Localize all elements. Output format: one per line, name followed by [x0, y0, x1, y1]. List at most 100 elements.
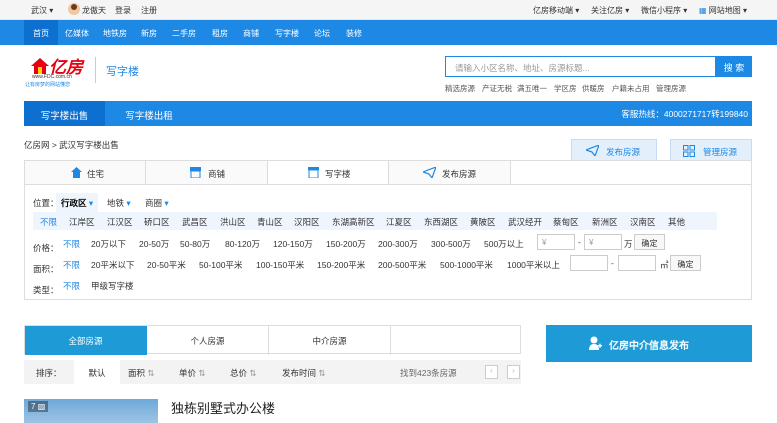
sort-total-price[interactable]: 总价 ⇅ — [230, 367, 257, 379]
area-item[interactable]: 50-100平米 — [199, 259, 242, 271]
next-page-icon[interactable]: › — [507, 365, 520, 379]
price-max-input[interactable]: ¥ — [584, 234, 622, 250]
area-min-input[interactable] — [570, 255, 608, 271]
area-confirm-button[interactable]: 确定 — [670, 255, 701, 271]
listing-title[interactable]: 独栋别墅式办公楼 — [171, 398, 275, 417]
price-item[interactable]: 80-120万 — [225, 238, 260, 250]
sort-publish-time[interactable]: 发布时间 ⇅ — [282, 367, 326, 379]
agent-publish-button[interactable]: 亿房中介信息发布 — [546, 325, 752, 362]
price-confirm-button[interactable]: 确定 — [634, 234, 665, 250]
area-item[interactable]: 不限 — [63, 259, 80, 271]
area-item[interactable]: 500-1000平米 — [440, 259, 493, 271]
hot-tag[interactable]: 学区房 — [554, 83, 577, 94]
logo-url: www.FDC.com.cn — [32, 74, 72, 80]
type-item[interactable]: 不限 — [63, 280, 80, 292]
pos-tab-district[interactable]: 行政区 ▾ — [56, 193, 99, 213]
district-item[interactable]: 武昌区 — [182, 216, 208, 228]
hot-tag[interactable]: 精选房源 — [445, 83, 475, 94]
area-item[interactable]: 200-500平米 — [378, 259, 426, 271]
hot-tag[interactable]: 产证无税 — [482, 83, 512, 94]
price-item[interactable]: 150-200万 — [326, 238, 366, 250]
price-item[interactable]: 不限 — [63, 238, 80, 250]
district-item[interactable]: 江岸区 — [69, 216, 95, 228]
district-item[interactable]: 汉南区 — [630, 216, 656, 228]
nav-item[interactable]: 租房 — [212, 28, 228, 39]
district-item[interactable]: 洪山区 — [220, 216, 246, 228]
price-min-input[interactable]: ¥ — [537, 234, 575, 250]
nav-item[interactable]: 新房 — [141, 28, 157, 39]
district-item[interactable]: 硚口区 — [144, 216, 170, 228]
tab-publish[interactable]: 发布房源 — [389, 161, 511, 185]
city-selector[interactable]: 武汉 ▾ — [31, 5, 53, 16]
hot-tag[interactable]: 管理房源 — [656, 83, 686, 94]
tab-residential[interactable]: 住宅 — [25, 161, 146, 185]
district-item[interactable]: 蔡甸区 — [553, 216, 579, 228]
nav-item[interactable]: 论坛 — [314, 28, 330, 39]
area-item[interactable]: 150-200平米 — [317, 259, 365, 271]
tab-personal-listings[interactable]: 个人房源 — [147, 326, 269, 355]
search-input[interactable]: 请输入小区名称、地址、房源标题... — [445, 56, 716, 77]
tab-office-sale[interactable]: 写字楼出售 — [24, 101, 105, 126]
pos-tab-business[interactable]: 商圈 ▾ — [145, 197, 169, 209]
district-item[interactable]: 青山区 — [257, 216, 283, 228]
area-item[interactable]: 1000平米以上 — [507, 259, 560, 271]
tab-all-listings[interactable]: 全部房源 — [25, 326, 147, 355]
tab-shop[interactable]: 商铺 — [146, 161, 268, 185]
district-item[interactable]: 其他 — [668, 216, 685, 228]
price-item[interactable]: 20万以下 — [91, 238, 126, 250]
sort-area[interactable]: 面积 ⇅ — [128, 367, 155, 379]
price-item[interactable]: 20-50万 — [139, 238, 169, 250]
price-item[interactable]: 50-80万 — [180, 238, 210, 250]
nav-item[interactable]: 装修 — [346, 28, 362, 39]
price-item[interactable]: 200-300万 — [378, 238, 418, 250]
search-button[interactable]: 搜 索 — [716, 56, 752, 77]
prev-page-icon[interactable]: ‹ — [485, 365, 498, 379]
area-item[interactable]: 20平米以下 — [91, 259, 134, 271]
area-item[interactable]: 100-150平米 — [256, 259, 304, 271]
area-item[interactable]: 20-50平米 — [147, 259, 186, 271]
listing-thumbnail[interactable]: 7 ▨ — [24, 399, 158, 423]
nav-item[interactable]: 地铁房 — [103, 28, 127, 39]
type-item[interactable]: 甲级写字楼 — [91, 280, 134, 292]
miniprogram-link[interactable]: 微信小程序 ▾ — [641, 5, 687, 16]
price-item[interactable]: 300-500万 — [431, 238, 471, 250]
district-item[interactable]: 东湖高新区 — [332, 216, 375, 228]
category-bar: 写字楼出售 写字楼出租 客服热线：4000271717转199840 — [24, 101, 752, 126]
area-range-separator: - — [611, 258, 614, 268]
district-item[interactable]: 汉阳区 — [294, 216, 320, 228]
sitemap-link[interactable]: ▦ 网站地图 ▾ — [699, 5, 747, 16]
type-label: 类型： — [33, 285, 59, 295]
district-item[interactable]: 不限 — [40, 216, 57, 228]
nav-item[interactable]: 亿媒体 — [65, 28, 89, 39]
username-link[interactable]: 龙傲天 — [82, 5, 106, 16]
price-item[interactable]: 120-150万 — [273, 238, 313, 250]
district-item[interactable]: 新洲区 — [592, 216, 618, 228]
tab-agent-listings[interactable]: 中介房源 — [269, 326, 391, 355]
register-link[interactable]: 注册 — [141, 5, 157, 16]
district-item[interactable]: 江汉区 — [107, 216, 133, 228]
pos-tab-metro[interactable]: 地铁 ▾ — [107, 197, 131, 209]
district-item[interactable]: 东西湖区 — [424, 216, 458, 228]
sort-default[interactable]: 默认 — [74, 360, 120, 384]
sort-unit-price[interactable]: 单价 ⇅ — [179, 367, 206, 379]
hot-tag[interactable]: 户籍未占用 — [612, 83, 650, 94]
mobile-link[interactable]: 亿房移动端 ▾ — [533, 5, 579, 16]
hot-tag[interactable]: 供暖房 — [582, 83, 605, 94]
follow-link[interactable]: 关注亿房 ▾ — [591, 5, 629, 16]
hot-tag[interactable]: 满五唯一 — [517, 83, 547, 94]
district-item[interactable]: 江夏区 — [386, 216, 412, 228]
login-link[interactable]: 登录 — [115, 5, 131, 16]
price-item[interactable]: 500万以上 — [484, 238, 524, 250]
area-max-input[interactable] — [618, 255, 656, 271]
tab-office-rent[interactable]: 写字楼出租 — [105, 101, 193, 126]
tab-office[interactable]: 写字楼 — [268, 161, 389, 185]
nav-item[interactable]: 首页 — [24, 20, 58, 45]
nav-item[interactable]: 商铺 — [243, 28, 259, 39]
breadcrumb[interactable]: 亿房网 > 武汉写字楼出售 — [24, 139, 119, 151]
district-item[interactable]: 黄陂区 — [470, 216, 496, 228]
nav-item[interactable]: 二手房 — [172, 28, 196, 39]
logo-divider — [95, 57, 96, 83]
nav-item[interactable]: 写字楼 — [275, 28, 299, 39]
district-item[interactable]: 武汉经开 — [508, 216, 542, 228]
listing-source-tabs: 全部房源 个人房源 中介房源 — [24, 325, 521, 355]
